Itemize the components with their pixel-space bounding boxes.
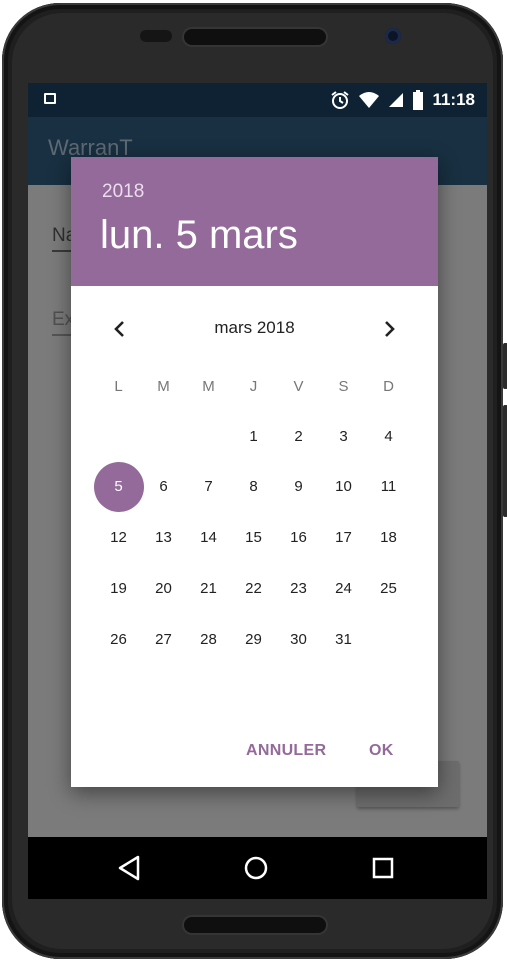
calendar-day[interactable]: 21 [186, 566, 231, 611]
nav-back-button[interactable] [89, 837, 169, 899]
date-picker-dialog: 2018 lun. 5 mars mars 2018 L M M J V S D… [71, 157, 438, 787]
calendar-day[interactable]: 4 [366, 414, 411, 459]
home-icon [244, 856, 268, 880]
calendar-day[interactable]: 3 [321, 414, 366, 459]
bottom-speaker [184, 917, 326, 933]
weekday-saturday: S [338, 378, 349, 395]
calendar-day[interactable]: 2 [276, 414, 321, 459]
weekday-friday: V [293, 378, 304, 395]
calendar-day[interactable]: 16 [276, 515, 321, 560]
back-icon [118, 855, 140, 881]
gallery-icon [44, 93, 56, 104]
calendar-day[interactable]: 6 [141, 464, 186, 509]
calendar-day[interactable]: 14 [186, 515, 231, 560]
top-speaker [184, 29, 326, 45]
recents-icon [372, 857, 394, 879]
calendar-day[interactable]: 18 [366, 515, 411, 560]
dialog-actions: ANNULER OK [71, 733, 438, 769]
calendar-day[interactable]: 26 [96, 617, 141, 662]
nav-recents-button[interactable] [343, 837, 423, 899]
next-month-button[interactable] [368, 307, 412, 351]
calendar-day-selected[interactable]: 5 [93, 461, 144, 512]
calendar-day[interactable]: 27 [141, 617, 186, 662]
calendar-day[interactable]: 12 [96, 515, 141, 560]
calendar-day[interactable]: 1 [231, 414, 276, 459]
weekday-monday: L [114, 378, 123, 395]
status-time: 11:18 [432, 90, 475, 109]
calendar-day[interactable]: 24 [321, 566, 366, 611]
calendar-day[interactable]: 17 [321, 515, 366, 560]
weekday-tuesday: M [157, 378, 170, 395]
chevron-right-icon [385, 321, 395, 337]
calendar-day[interactable]: 20 [141, 566, 186, 611]
ok-button[interactable]: OK [361, 733, 402, 769]
weekday-wednesday: M [202, 378, 215, 395]
status-bar: 11:18 [28, 83, 487, 117]
weekday-sunday: D [383, 378, 394, 395]
calendar-day[interactable]: 30 [276, 617, 321, 662]
calendar-day[interactable]: 22 [231, 566, 276, 611]
navigation-bar [28, 837, 487, 899]
wifi-icon [359, 92, 380, 108]
calendar-day[interactable]: 10 [321, 464, 366, 509]
volume-button[interactable] [503, 343, 507, 389]
power-button[interactable] [503, 405, 507, 517]
date-picker-header: 2018 lun. 5 mars [71, 157, 438, 286]
calendar-day[interactable]: 7 [186, 464, 231, 509]
calendar-day[interactable]: 9 [276, 464, 321, 509]
calendar-day[interactable]: 13 [141, 515, 186, 560]
calendar-day[interactable]: 29 [231, 617, 276, 662]
front-camera [385, 28, 401, 44]
proximity-sensor [140, 30, 172, 42]
calendar-day[interactable]: 31 [321, 617, 366, 662]
calendar-day[interactable]: 23 [276, 566, 321, 611]
battery-icon [413, 90, 424, 110]
weekday-header: L M M J V S D [96, 378, 411, 398]
calendar-day[interactable]: 15 [231, 515, 276, 560]
alarm-icon [331, 91, 350, 109]
selected-date[interactable]: lun. 5 mars [100, 213, 298, 258]
calendar-day[interactable]: 8 [231, 464, 276, 509]
nav-home-button[interactable] [216, 837, 296, 899]
calendar-day[interactable]: 28 [186, 617, 231, 662]
selected-year[interactable]: 2018 [102, 181, 144, 203]
cancel-button[interactable]: ANNULER [238, 733, 334, 769]
calendar-day[interactable]: 25 [366, 566, 411, 611]
weekday-thursday: J [249, 378, 258, 395]
signal-icon [389, 93, 404, 107]
month-navigation: mars 2018 [71, 307, 438, 351]
calendar-day[interactable]: 19 [96, 566, 141, 611]
calendar-day[interactable]: 11 [366, 464, 411, 509]
